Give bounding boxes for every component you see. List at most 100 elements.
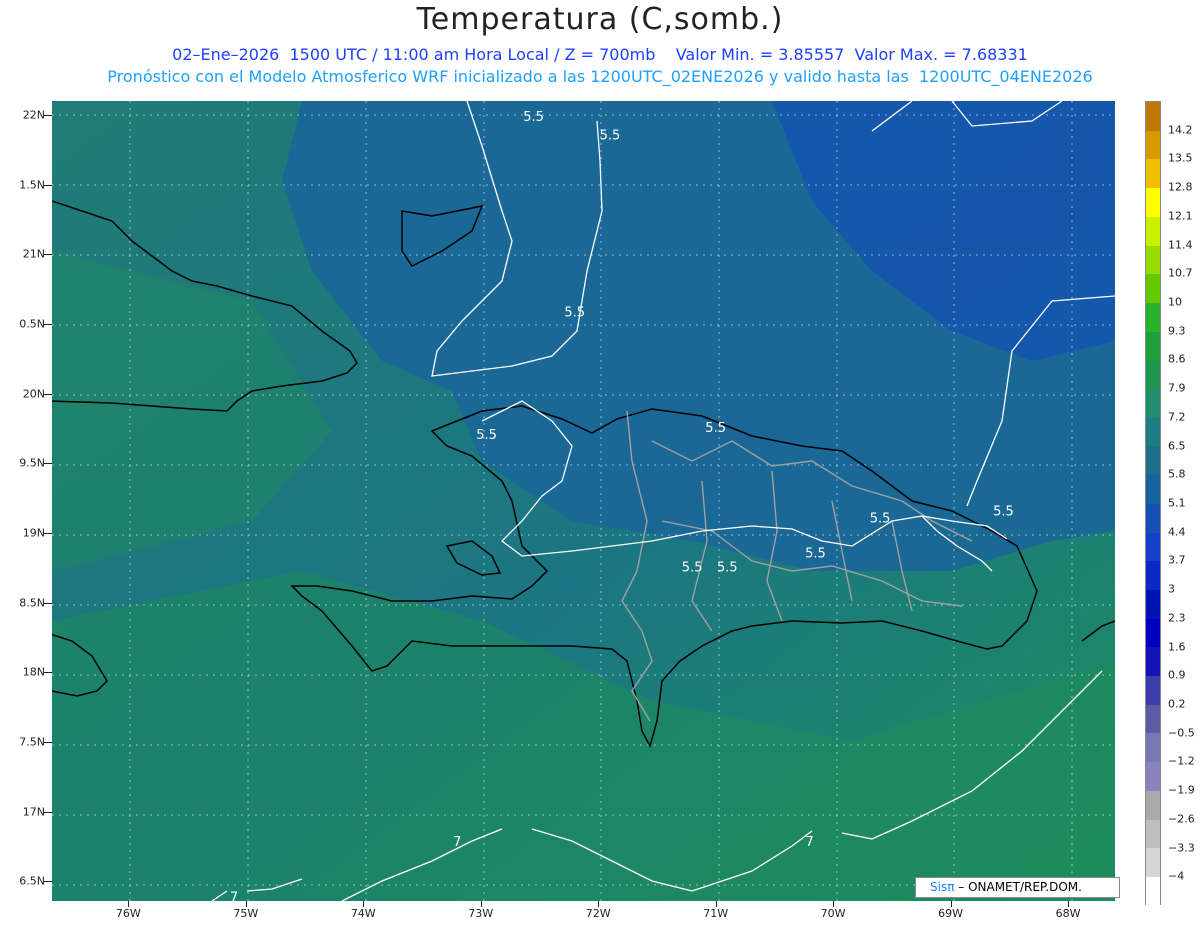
map-subtitle-date: 02–Ene–2026 1500 UTC / 11:00 am Hora Loc… [172,45,1028,64]
colorbar-swatch [1146,102,1160,131]
colorbar-label: 6.5 [1168,439,1186,453]
credit-text: – ONAMET/REP.DOM. [954,880,1082,894]
contour-label: 7 [805,835,813,850]
colorbar-swatch [1146,532,1160,562]
colorbar-swatch [1146,302,1160,332]
lat-label: 1.5N [19,178,45,192]
lat-tick [44,463,52,465]
lat-label: 19N [22,526,45,540]
lat-label: 21N [22,247,45,261]
colorbar-swatch [1146,159,1160,189]
colorbar-swatch [1146,733,1160,763]
colorbar-label: 12.1 [1168,209,1193,223]
lat-tick [44,184,52,186]
colorbar-swatch [1146,819,1160,849]
colorbar-label: −4 [1168,869,1185,883]
lat-tick [44,393,52,395]
lat-tick [44,742,52,744]
colorbar-swatch [1146,331,1160,361]
lat-tick [44,672,52,674]
colorbar-label: 7.2 [1168,410,1186,424]
colorbar-swatch [1146,704,1160,734]
colorbar [1145,101,1161,906]
colorbar-swatch [1146,876,1160,906]
contour-label: 5.5 [870,512,891,527]
temperature-map: 5.5 5.5 5.5 5.5 5.5 5.5 5.5 5.5 5.5 5.5 7 7 7 [52,101,1115,901]
colorbar-swatch [1146,130,1160,160]
colorbar-label: 10.7 [1168,266,1193,280]
contour-label: 7 [230,891,238,901]
colorbar-label: 3.7 [1168,553,1186,567]
contour-label: 7 [453,835,461,850]
colorbar-swatch [1146,647,1160,677]
colorbar-swatch [1146,503,1160,533]
colorbar-swatch [1146,188,1160,217]
lat-tick [44,533,52,535]
colorbar-swatch [1146,848,1160,877]
colorbar-swatch [1146,417,1160,447]
lat-tick [44,254,52,256]
colorbar-label: 0.2 [1168,697,1186,711]
contour-label: 5.5 [705,421,726,436]
lon-label: 68W [1055,907,1081,920]
colorbar-label: 0.9 [1168,668,1186,682]
lon-label: 75W [233,907,259,920]
colorbar-swatch [1146,676,1160,705]
colorbar-label: −0.5 [1168,726,1195,740]
colorbar-label: 11.4 [1168,238,1193,252]
contour-label: 5.5 [805,546,826,561]
colorbar-swatch [1146,216,1160,246]
colorbar-label: 5.1 [1168,496,1186,510]
lat-tick [44,323,52,325]
colorbar-label: −1.9 [1168,783,1195,797]
lon-label: 70W [820,907,846,920]
lat-tick [44,881,52,883]
lat-label: 6.5N [19,874,45,888]
colorbar-label: 9.3 [1168,324,1186,338]
colorbar-swatch [1146,790,1160,820]
lat-tick [44,602,52,604]
lon-label: 76W [115,907,141,920]
colorbar-label: −1.2 [1168,754,1195,768]
lat-label: 18N [22,665,45,679]
colorbar-swatch [1146,245,1160,275]
colorbar-label: 13.5 [1168,151,1193,165]
colorbar-label: 1.6 [1168,640,1186,654]
contour-label: 5.5 [717,560,738,575]
lat-label: 17N [22,805,45,819]
lat-tick [44,114,52,116]
lat-label: 7.5N [19,735,45,749]
colorbar-label: 5.8 [1168,467,1186,481]
lon-label: 72W [585,907,611,920]
contour-label: 5.5 [993,505,1014,520]
lat-label: 22N [22,108,45,122]
map-subtitle-model: Pronóstico con el Modelo Atmosferico WRF… [107,67,1093,86]
colorbar-swatch [1146,475,1160,504]
map-title: Temperatura (C,somb.) [416,2,784,37]
lat-label: 9.5N [19,456,45,470]
sispi-logo-text: Sisπ [930,880,955,894]
lon-label: 69W [938,907,963,920]
colorbar-swatch [1146,389,1160,418]
colorbar-label: 12.8 [1168,180,1193,194]
colorbar-label: 2.3 [1168,611,1186,625]
colorbar-swatch [1146,274,1160,303]
contour-label: 5.5 [476,428,497,443]
colorbar-label: 10 [1168,295,1182,309]
lon-label: 74W [350,907,376,920]
colorbar-label: 14.2 [1168,123,1193,137]
contour-label: 5.5 [600,128,621,143]
colorbar-swatch [1146,589,1160,619]
lon-label: 73W [468,907,494,920]
colorbar-label: 7.9 [1168,381,1186,395]
colorbar-label: 8.6 [1168,352,1186,366]
colorbar-swatch [1146,561,1160,590]
contour-label: 5.5 [682,560,703,575]
colorbar-label: 3 [1168,582,1175,596]
colorbar-swatch [1146,360,1160,390]
credit-box: Sisπ – ONAMET/REP.DOM. [915,877,1120,898]
contour-label: 5.5 [564,305,585,320]
colorbar-label: −2.6 [1168,812,1195,826]
lat-tick [44,811,52,813]
colorbar-swatch [1146,446,1160,476]
